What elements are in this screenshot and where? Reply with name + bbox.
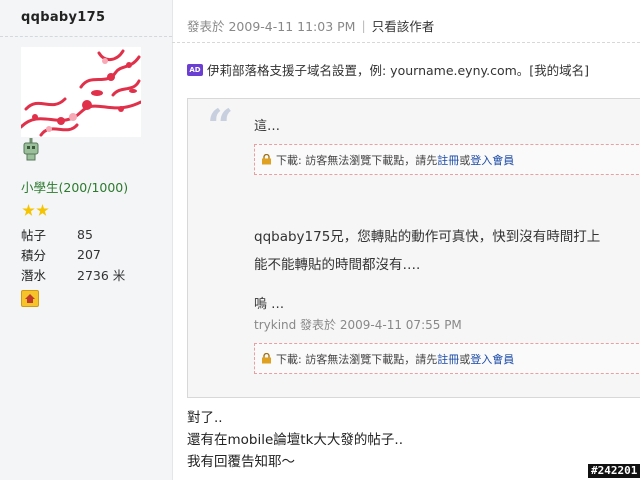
login-link[interactable]: 登入會員 [470, 152, 514, 168]
author-sidebar: qqbaby175 小學生(200/1000) 帖子 85 積分 207 潛水 … [0, 0, 173, 480]
stat-value: 85 [77, 226, 93, 242]
robot-rank-icon [22, 138, 40, 162]
post-line: 對了.. [187, 410, 223, 426]
lock-icon [262, 353, 271, 364]
header-divider [172, 42, 640, 43]
quote-mark-icon: “ [207, 99, 234, 153]
avatar[interactable] [21, 47, 141, 137]
quote-line: 這… [254, 119, 281, 134]
post-line: 我有回覆告知耶～ [187, 454, 295, 470]
attachment-notice: 下載: 訪客無法瀏覽下載點，請先 註冊 或 登入會員 [254, 144, 640, 175]
stat-row-posts: 帖子 85 [21, 224, 125, 244]
stat-row-dive: 潛水 2736 米 [21, 264, 125, 284]
star-icon [36, 204, 49, 216]
quote-paragraph-line: 能不能轉貼的時間都沒有…. [254, 257, 421, 273]
lock-icon [262, 154, 271, 165]
sidebar-divider [0, 36, 172, 37]
ad-badge-icon: AD [187, 63, 203, 76]
post-id-label: #242201 [588, 464, 640, 478]
stat-row-points: 積分 207 [21, 244, 125, 264]
meta-separator: | [361, 18, 366, 33]
stat-label: 潛水 [21, 267, 47, 283]
attachment-prefix: 下載: 訪客無法瀏覽下載點，請先 [276, 153, 438, 167]
stat-label: 積分 [21, 247, 47, 263]
post-body: 對了.. 還有在mobile論壇tk大大發的帖子.. 我有回覆告知耶～ [187, 407, 403, 473]
star-icon [22, 204, 35, 216]
attachment-or: 或 [459, 153, 471, 167]
register-link[interactable]: 註冊 [437, 351, 459, 367]
attachment-prefix: 下載: 訪客無法瀏覽下載點，請先 [276, 352, 438, 366]
login-link[interactable]: 登入會員 [470, 351, 514, 367]
attachment-notice: 下載: 訪客無法瀏覽下載點，請先 註冊 或 登入會員 [254, 343, 640, 374]
stat-value: 207 [77, 246, 101, 262]
register-link[interactable]: 註冊 [437, 152, 459, 168]
stat-label: 帖子 [21, 227, 47, 243]
quote-signature: trykind 發表於 2009-4-11 07:55 PM [254, 318, 462, 332]
post-meta: 發表於 2009-4-11 11:03 PM | 只看該作者 [187, 16, 434, 35]
quote-paragraph-line: qqbaby175兄，您轉貼的動作可真快，快到沒有時間打上 [254, 229, 601, 245]
post-timestamp: 發表於 2009-4-11 11:03 PM [187, 19, 356, 34]
quote-paragraph: 嗚 … [254, 297, 285, 312]
ad-link[interactable]: 伊莉部落格支援子域名設置，例: yourname.eyny.com。[我的域名] [207, 60, 589, 79]
ad-banner: AD 伊莉部落格支援子域名設置，例: yourname.eyny.com。[我的… [187, 60, 589, 79]
attachment-or: 或 [459, 352, 471, 366]
user-rank: 小學生(200/1000) [21, 180, 129, 195]
user-stats: 帖子 85 積分 207 潛水 2736 米 [21, 224, 125, 284]
quote-block: “ 這… 下載: 訪客無法瀏覽下載點，請先 註冊 或 登入會員 qqbaby17… [187, 98, 640, 398]
author-username[interactable]: qqbaby175 [21, 10, 105, 25]
avatar-floral-image [21, 47, 141, 137]
only-author-link[interactable]: 只看該作者 [372, 16, 435, 35]
homepage-icon[interactable] [21, 290, 39, 307]
quote-paragraph: qqbaby175兄，您轉貼的動作可真快，快到沒有時間打上 能不能轉貼的時間都沒… [254, 223, 640, 279]
post-line: 還有在mobile論壇tk大大發的帖子.. [187, 432, 403, 448]
rank-stars [22, 202, 50, 221]
stat-value: 2736 米 [77, 267, 126, 283]
